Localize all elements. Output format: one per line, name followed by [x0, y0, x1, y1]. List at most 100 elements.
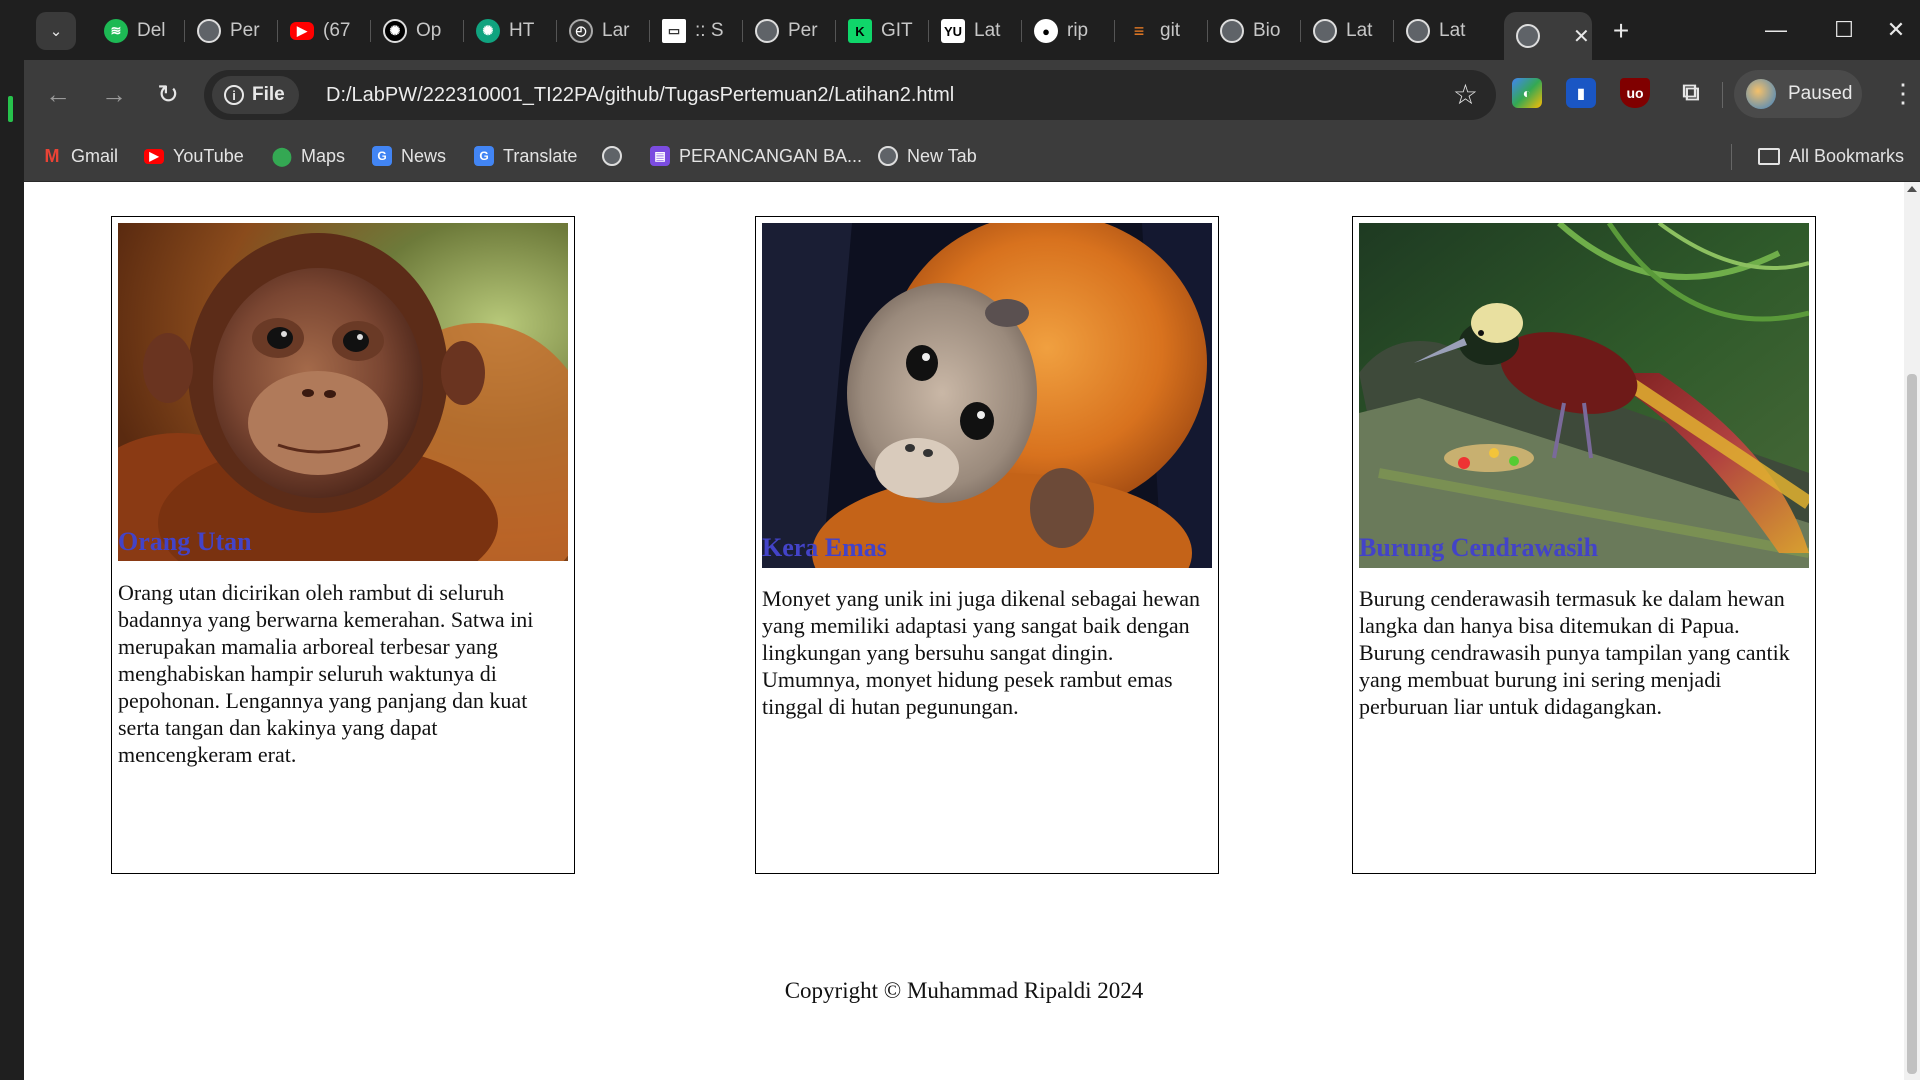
orangutan-photo: [118, 223, 568, 561]
close-icon: ✕: [1886, 17, 1906, 42]
globe-icon: [602, 146, 622, 166]
globe-icon: [878, 146, 898, 166]
plus-icon: +: [1612, 15, 1630, 46]
card-description: Burung cenderawasih termasuk ke dalam he…: [1359, 586, 1790, 719]
more-menu-icon[interactable]: ⋮: [1890, 78, 1916, 109]
laravel-icon: ◴: [569, 19, 593, 43]
tab-title: Lat: [1346, 20, 1373, 41]
forms-icon: ▤: [650, 146, 670, 166]
minimize-button[interactable]: —: [1756, 12, 1796, 48]
extensions-puzzle-icon[interactable]: ⧉: [1676, 78, 1706, 108]
tab-strip: ⌄ ≋ Del Per ▶ (67 ✺ Op ✺ HT ◴ Lar ▭ :: S…: [24, 0, 1920, 60]
address-bar[interactable]: i File D:/LabPW/222310001_TI22PA/github/…: [204, 70, 1496, 120]
golden-monkey-photo: [762, 223, 1212, 568]
tab[interactable]: ▶ (67: [278, 12, 371, 50]
bookmark-globe[interactable]: [602, 142, 631, 170]
scroll-up-icon[interactable]: [1907, 186, 1917, 192]
tab[interactable]: Per: [185, 12, 278, 50]
extension-colorful-icon[interactable]: ◐: [1512, 78, 1542, 108]
forward-button[interactable]: →: [96, 76, 132, 112]
globe-icon: [1313, 19, 1337, 43]
bookmark-label: YouTube: [173, 145, 244, 166]
globe-icon: [1220, 19, 1244, 43]
page-icon: ▭: [662, 19, 686, 43]
bird-of-paradise-photo: [1359, 223, 1809, 568]
tab[interactable]: ≋ Del: [92, 12, 185, 50]
globe-icon: [755, 19, 779, 43]
bookmarks-bar: M Gmail ▶ YouTube ⬤ Maps G News G Transl…: [24, 130, 1920, 182]
bookmark-label: New Tab: [907, 145, 977, 166]
tab[interactable]: ▭ :: S: [650, 12, 743, 50]
tab[interactable]: Lat: [1394, 12, 1487, 50]
chevron-down-icon: ⌄: [49, 23, 63, 40]
bookmark-label: Maps: [301, 145, 346, 166]
spotify-icon: ≋: [104, 19, 128, 43]
side-indicator: [8, 96, 13, 122]
bookmark-label: News: [401, 145, 447, 166]
new-tab-button[interactable]: +: [1604, 14, 1638, 48]
ublock-icon[interactable]: uo: [1620, 78, 1650, 108]
site-info-chip[interactable]: i File: [212, 76, 299, 114]
globe-icon: [197, 19, 221, 43]
animal-card: Burung Cendrawasih Burung cenderawasih t…: [1352, 216, 1816, 874]
tab[interactable]: ✺ HT: [464, 12, 557, 50]
profile-button[interactable]: Paused: [1734, 70, 1862, 118]
news-icon: G: [372, 146, 392, 166]
extension-book-icon[interactable]: ▮: [1566, 78, 1596, 108]
tab-title: Per: [788, 20, 818, 41]
bookmark-new-tab[interactable]: New Tab: [878, 142, 977, 170]
close-tab-icon[interactable]: ✕: [1573, 24, 1590, 49]
bookmark-youtube[interactable]: ▶ YouTube: [144, 142, 244, 170]
tab[interactable]: YU Lat: [929, 12, 1022, 50]
page-footer: Copyright © Muhammad Ripaldi 2024: [784, 978, 1144, 1003]
maximize-button[interactable]: ☐: [1824, 12, 1864, 48]
card-title: Orang Utan: [118, 527, 252, 556]
tab-title: Lat: [974, 20, 1001, 41]
tab-title: (67: [323, 20, 351, 41]
reload-icon: ↻: [157, 78, 179, 109]
scheme-label: File: [252, 84, 285, 105]
youtube-icon: ▶: [144, 148, 164, 164]
animal-card: Kera Emas Monyet yang unik ini juga dike…: [755, 216, 1219, 874]
bookmark-gmail[interactable]: M Gmail: [42, 142, 119, 170]
bookmark-star-icon[interactable]: ☆: [1453, 78, 1478, 111]
browser-toolbar: ← → ↻ i File D:/LabPW/222310001_TI22PA/g…: [24, 60, 1920, 130]
scroll-thumb[interactable]: [1907, 374, 1917, 1074]
tab[interactable]: ≡ git: [1115, 12, 1208, 50]
card-title: Kera Emas: [762, 533, 887, 562]
card-description: Orang utan dicirikan oleh rambut di selu…: [118, 580, 534, 767]
page-scrollbar[interactable]: [1904, 182, 1920, 1080]
openai-icon: ✺: [383, 19, 407, 43]
github-icon: ●: [1034, 19, 1058, 43]
arrow-right-icon: →: [101, 78, 127, 109]
url-text[interactable]: D:/LabPW/222310001_TI22PA/github/TugasPe…: [326, 70, 954, 120]
tab-title: GIT: [881, 20, 913, 41]
tab-title: Lat: [1439, 20, 1466, 41]
profile-status: Paused: [1788, 83, 1853, 104]
bookmark-maps[interactable]: ⬤ Maps: [272, 142, 345, 170]
tab[interactable]: ◴ Lar: [557, 12, 650, 50]
bookmark-translate[interactable]: G Translate: [474, 142, 577, 170]
bookmarks-divider: [1731, 144, 1732, 170]
reload-button[interactable]: ↻: [150, 76, 186, 112]
tab-title: :: S: [695, 20, 724, 41]
close-window-button[interactable]: ✕: [1876, 12, 1916, 48]
tab-search-button[interactable]: ⌄: [36, 12, 76, 50]
back-button[interactable]: ←: [40, 76, 76, 112]
tab[interactable]: Lat: [1301, 12, 1394, 50]
minimize-icon: —: [1765, 17, 1787, 42]
tab[interactable]: K GIT: [836, 12, 929, 50]
stackoverflow-icon: ≡: [1133, 20, 1145, 41]
card-title: Burung Cendrawasih: [1359, 533, 1599, 562]
tab[interactable]: ✺ Op: [371, 12, 464, 50]
tab[interactable]: ● rip: [1022, 12, 1115, 50]
tab[interactable]: Bio: [1208, 12, 1301, 50]
tab-title: Per: [230, 20, 260, 41]
bookmark-label: Translate: [503, 145, 578, 166]
bookmark-news[interactable]: G News: [372, 142, 446, 170]
tab[interactable]: Per: [743, 12, 836, 50]
all-bookmarks-button[interactable]: All Bookmarks: [1758, 142, 1904, 170]
bookmark-label: PERANCANGAN BA...: [679, 145, 863, 166]
bookmark-perancangan[interactable]: ▤ PERANCANGAN BA...: [650, 142, 862, 170]
tab-active[interactable]: ✕: [1504, 12, 1592, 60]
